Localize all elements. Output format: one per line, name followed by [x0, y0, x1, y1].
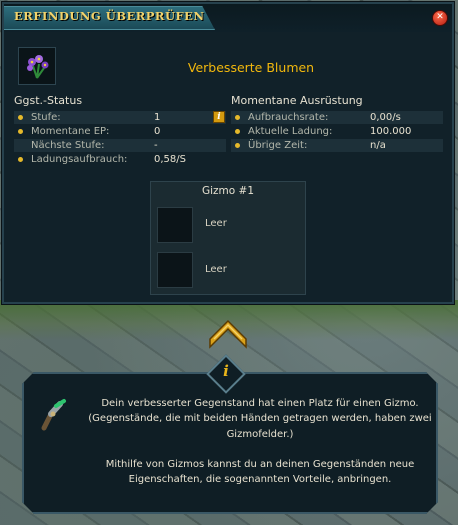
status-value-xp: 0: [154, 126, 161, 137]
bullet: [235, 115, 240, 120]
gizmo-slot-1[interactable]: [157, 207, 193, 243]
gizmo-slot-2-label: Leer: [205, 264, 227, 275]
info-paragraph-1: Dein verbesserter Gegenstand hat einen P…: [88, 398, 432, 440]
equipment-value-drain-rate: 0,00/s: [370, 112, 401, 123]
status-value-charge-drain: 0,58/S: [154, 154, 186, 165]
equipment-value-charge: 100.000: [370, 126, 412, 137]
gizmo-slot-1-label: Leer: [205, 218, 227, 229]
status-row-next-level: Nächste Stufe: -: [14, 139, 226, 152]
equipment-row-charge: Aktuelle Ladung: 100.000: [231, 125, 443, 138]
bullet: [235, 129, 240, 134]
equipment-label-charge: Aktuelle Ladung:: [248, 126, 333, 137]
chevron-up-icon[interactable]: [208, 313, 248, 351]
status-row-charge-drain: Ladungsaufbrauch: 0,58/S: [14, 153, 226, 166]
status-label-level: Stufe:: [31, 112, 61, 123]
window-titlebar[interactable]: ERFINDUNG ÜBERPRÜFEN ✕: [4, 4, 452, 32]
item-name: Verbesserte Blumen: [187, 60, 315, 75]
info-paragraph-2: Mithilfe von Gizmos kannst du an deinen …: [105, 458, 415, 486]
equipment-label-time-left: Übrige Zeit:: [248, 140, 308, 151]
info-icon[interactable]: i: [213, 111, 225, 123]
equipment-value-time-left: n/a: [370, 140, 386, 151]
gizmo-panel: Gizmo #1 Leer Leer: [150, 181, 306, 295]
equipment-label-drain-rate: Aufbrauchsrate:: [248, 112, 329, 123]
status-label-charge-drain: Ladungsaufbrauch:: [31, 154, 128, 165]
invention-tool-icon: [41, 399, 66, 431]
info-text: Dein verbesserter Gegenstand hat einen P…: [72, 396, 448, 487]
window-title: ERFINDUNG ÜBERPRÜFEN: [14, 9, 205, 23]
inspect-invention-window: ERFINDUNG ÜBERPRÜFEN ✕ Verbesserte Blume…: [2, 2, 454, 304]
info-icon: i: [223, 362, 229, 380]
bullet: [18, 115, 23, 120]
close-icon[interactable]: ✕: [432, 10, 448, 26]
info-spacer: [72, 442, 448, 457]
status-label-next-level: Nächste Stufe:: [31, 140, 105, 151]
item-status-heading: Ggst.-Status: [14, 94, 83, 107]
status-label-xp: Momentane EP:: [31, 126, 110, 137]
gizmo-slot-2[interactable]: [157, 252, 193, 288]
equipment-row-time-left: Übrige Zeit: n/a: [231, 139, 443, 152]
bullet: [18, 157, 23, 162]
bullet: [18, 129, 23, 134]
status-value-next-level: -: [154, 140, 158, 151]
status-row-level: Stufe: 1 i: [14, 111, 226, 124]
current-equipment-heading: Momentane Ausrüstung: [231, 94, 363, 107]
bullet: [235, 143, 240, 148]
status-row-xp: Momentane EP: 0: [14, 125, 226, 138]
equipment-row-drain-rate: Aufbrauchsrate: 0,00/s: [231, 111, 443, 124]
status-value-level: 1: [154, 112, 161, 123]
gizmo-title: Gizmo #1: [201, 185, 255, 197]
